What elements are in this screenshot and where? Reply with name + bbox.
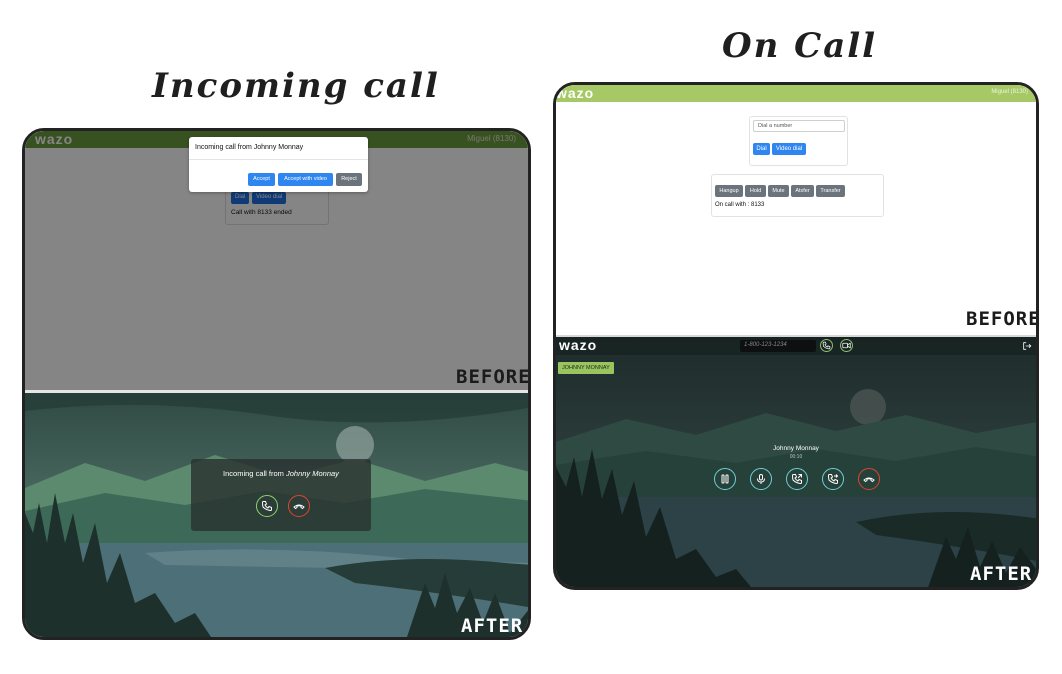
mute-button[interactable]: Mute <box>768 185 789 197</box>
on-call-frame: wazo Miguel (8130) Dial a number Dial Vi… <box>553 82 1039 590</box>
atxfer-button[interactable]: Atxfer <box>791 185 814 197</box>
accept-call-button[interactable] <box>256 495 278 517</box>
incoming-call-modal: Incoming call from Johnny Monnay Accept … <box>189 137 368 192</box>
incoming-call-title: Incoming call <box>152 66 440 106</box>
transfer-button[interactable] <box>822 468 844 490</box>
transfer-button[interactable]: Transfer <box>816 185 845 197</box>
oncall-after-panel: wazo 1-800-123-1234 JOHNNY MONNAY Johnny… <box>556 337 1036 587</box>
hold-button[interactable]: Hold <box>745 185 766 197</box>
phone-forward-icon <box>827 474 839 485</box>
hangup-icon <box>863 477 875 483</box>
phone-transfer-icon <box>791 474 802 485</box>
on-call-title: On Call <box>722 26 878 66</box>
incoming-call-text: Incoming call from Johnny Monnay <box>223 469 339 478</box>
logout-icon[interactable] <box>1022 341 1032 351</box>
pause-icon <box>721 474 729 484</box>
hangup-icon <box>293 504 305 510</box>
reject-call-button[interactable] <box>288 495 310 517</box>
navbar: wazo Miguel (8130) <box>556 85 1036 102</box>
hold-button[interactable] <box>714 468 736 490</box>
microphone-icon <box>757 474 765 484</box>
call-duration: 00:10 <box>789 454 803 460</box>
phone-number-input[interactable]: 1-800-123-1234 <box>740 340 816 352</box>
landscape-background <box>556 337 1036 587</box>
hangup-button[interactable] <box>858 468 880 490</box>
attended-transfer-button[interactable] <box>786 468 808 490</box>
dial-button[interactable]: Dial <box>753 143 770 155</box>
accept-button[interactable]: Accept <box>248 173 275 186</box>
after-label: AFTER <box>970 563 1033 585</box>
wazo-logo: wazo <box>559 337 598 353</box>
caller-chip[interactable]: JOHNNY MONNAY <box>558 362 614 374</box>
wazo-logo: wazo <box>556 85 595 101</box>
incoming-call-frame: wazo Miguel (8130) Dial Video dial Call … <box>22 128 531 640</box>
video-dial-button[interactable]: Video dial <box>772 143 806 155</box>
call-status-text: On call with : 8133 <box>715 202 765 208</box>
incoming-after-panel: Incoming call from Johnny Monnay AFTER <box>25 393 528 637</box>
navbar: wazo 1-800-123-1234 <box>556 337 1036 355</box>
before-label: BEFORE <box>456 366 528 388</box>
call-button[interactable] <box>820 339 833 352</box>
accept-with-video-button[interactable]: Accept with video <box>278 173 333 186</box>
modal-title: Incoming call from Johnny Monnay <box>195 144 304 151</box>
modal-divider <box>189 159 368 160</box>
video-camera-icon <box>842 342 851 349</box>
after-label: AFTER <box>461 615 524 637</box>
reject-button[interactable]: Reject <box>336 173 362 186</box>
user-label: Miguel (8130) <box>991 89 1028 95</box>
mute-button[interactable] <box>750 468 772 490</box>
before-label: BEFORE <box>966 308 1036 330</box>
caller-name: Johnny Monnay <box>773 445 819 452</box>
oncall-before-panel: wazo Miguel (8130) Dial a number Dial Vi… <box>556 85 1036 335</box>
phone-icon <box>261 501 272 512</box>
incoming-before-panel: wazo Miguel (8130) Dial Video dial Call … <box>25 131 528 390</box>
phone-icon <box>822 341 831 350</box>
video-call-button[interactable] <box>840 339 853 352</box>
incoming-call-popup: Incoming call from Johnny Monnay <box>191 459 371 531</box>
dial-number-input[interactable]: Dial a number <box>753 120 845 132</box>
hangup-button[interactable]: Hangup <box>715 185 743 197</box>
caller-name: Johnny Monnay <box>285 469 339 478</box>
